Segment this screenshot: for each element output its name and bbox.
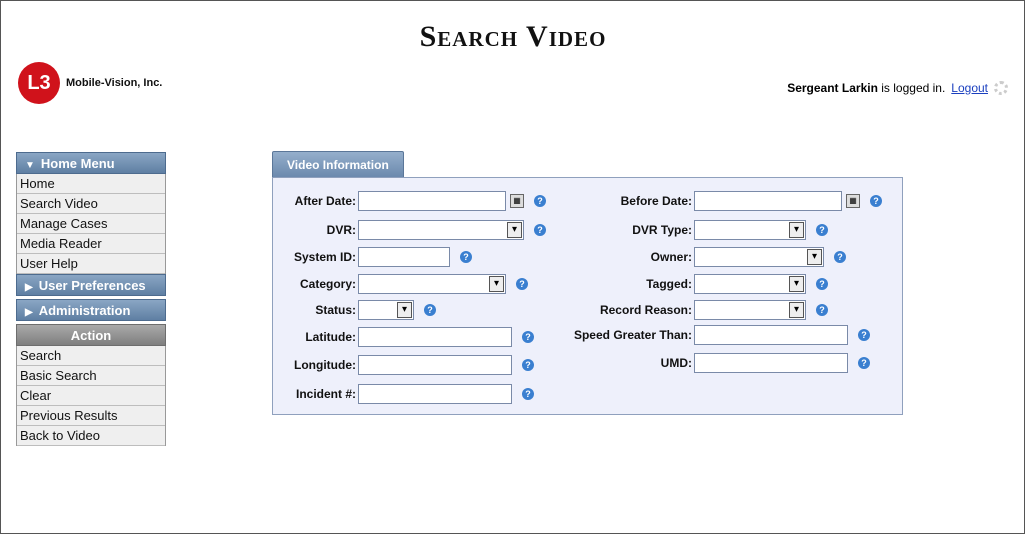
triangle-down-icon: ▼ (25, 160, 35, 171)
sidebar-item-search-video[interactable]: Search Video (17, 194, 165, 214)
help-icon[interactable]: ? (858, 357, 870, 369)
action-previous-results[interactable]: Previous Results (17, 406, 165, 426)
category-label: Category: (299, 277, 356, 291)
help-icon[interactable]: ? (534, 224, 546, 236)
dvr-type-label: DVR Type: (632, 223, 692, 237)
administration-header[interactable]: ▶ Administration (16, 299, 166, 321)
calendar-icon[interactable]: ▦ (846, 194, 860, 208)
chevron-down-icon: ▾ (807, 249, 822, 265)
after-date-label: After Date: (294, 194, 356, 208)
chevron-down-icon: ▾ (397, 302, 412, 318)
sidebar-item-home[interactable]: Home (17, 174, 165, 194)
help-icon[interactable]: ? (460, 251, 472, 263)
system-id-label: System ID: (293, 250, 356, 264)
speed-greater-than-input[interactable] (694, 325, 848, 345)
chevron-down-icon: ▾ (507, 222, 522, 238)
umd-input[interactable] (694, 353, 848, 373)
action-clear[interactable]: Clear (17, 386, 165, 406)
owner-label: Owner: (650, 250, 692, 264)
help-icon[interactable]: ? (834, 251, 846, 263)
system-id-input[interactable] (358, 247, 450, 267)
dvr-select[interactable]: ▾ (358, 220, 524, 240)
action-search[interactable]: Search (17, 346, 165, 366)
chevron-down-icon: ▾ (789, 276, 804, 292)
after-date-input[interactable] (358, 191, 506, 211)
calendar-icon[interactable]: ▦ (510, 194, 524, 208)
video-information-panel: After Date: ▦ ? DVR: ▾ ? System ID: ? Ca… (272, 177, 903, 415)
sidebar: ▼ Home Menu Home Search Video Manage Case… (16, 152, 166, 446)
user-preferences-title: User Preferences (38, 278, 146, 293)
page-title: Search Video (419, 20, 607, 53)
chevron-down-icon: ▾ (489, 276, 504, 292)
longitude-input[interactable] (358, 355, 512, 375)
incident-number-input[interactable] (358, 384, 512, 404)
action-menu-list: Search Basic Search Clear Previous Resul… (16, 346, 166, 446)
help-icon[interactable]: ? (870, 195, 882, 207)
administration-title: Administration (38, 303, 131, 318)
chevron-down-icon: ▾ (789, 302, 804, 318)
help-icon[interactable]: ? (816, 278, 828, 290)
umd-label: UMD: (660, 356, 692, 370)
help-icon[interactable]: ? (522, 359, 534, 371)
sidebar-item-user-help[interactable]: User Help (17, 254, 165, 274)
help-icon[interactable]: ? (516, 278, 528, 290)
login-status-text: is logged in. (881, 81, 946, 95)
home-menu-list: Home Search Video Manage Cases Media Rea… (16, 174, 166, 274)
home-menu-title: Home Menu (40, 156, 115, 171)
sidebar-item-media-reader[interactable]: Media Reader (17, 234, 165, 254)
record-reason-select[interactable]: ▾ (694, 300, 806, 320)
record-reason-label: Record Reason: (599, 303, 692, 317)
tab-video-information[interactable]: Video Information (272, 151, 404, 177)
help-icon[interactable]: ? (816, 304, 828, 316)
user-name: Sergeant Larkin (787, 81, 878, 95)
latitude-input[interactable] (358, 327, 512, 347)
speed-greater-than-label: Speed Greater Than: (573, 328, 692, 342)
action-basic-search[interactable]: Basic Search (17, 366, 165, 386)
category-select[interactable]: ▾ (358, 274, 506, 294)
dvr-label: DVR: (326, 223, 356, 237)
login-status: Sergeant Larkin is logged in. Logout (787, 81, 1008, 95)
action-header: Action (16, 324, 166, 346)
help-icon[interactable]: ? (424, 304, 436, 316)
logout-link[interactable]: Logout (951, 81, 988, 95)
latitude-label: Latitude: (305, 330, 356, 344)
dvr-type-select[interactable]: ▾ (694, 220, 806, 240)
sidebar-item-manage-cases[interactable]: Manage Cases (17, 214, 165, 234)
help-icon[interactable]: ? (522, 331, 534, 343)
user-preferences-header[interactable]: ▶ User Preferences (16, 274, 166, 296)
triangle-right-icon: ▶ (25, 282, 33, 293)
before-date-input[interactable] (694, 191, 842, 211)
owner-select[interactable]: ▾ (694, 247, 824, 267)
chevron-down-icon: ▾ (789, 222, 804, 238)
loading-spinner-icon (994, 81, 1008, 95)
longitude-label: Longitude: (294, 358, 356, 372)
brand-logo: L3 Mobile-Vision, Inc. (18, 62, 162, 104)
help-icon[interactable]: ? (858, 329, 870, 341)
status-select[interactable]: ▾ (358, 300, 414, 320)
l3-logo-icon: L3 (18, 62, 60, 104)
action-back-to-video[interactable]: Back to Video (17, 426, 165, 446)
help-icon[interactable]: ? (816, 224, 828, 236)
status-label: Status: (315, 303, 356, 317)
home-menu-header[interactable]: ▼ Home Menu (16, 152, 166, 174)
tagged-label: Tagged: (646, 277, 692, 291)
help-icon[interactable]: ? (534, 195, 546, 207)
brand-name: Mobile-Vision, Inc. (66, 77, 163, 89)
incident-number-label: Incident #: (295, 387, 356, 401)
tagged-select[interactable]: ▾ (694, 274, 806, 294)
triangle-right-icon: ▶ (25, 307, 33, 318)
before-date-label: Before Date: (620, 194, 692, 208)
help-icon[interactable]: ? (522, 388, 534, 400)
